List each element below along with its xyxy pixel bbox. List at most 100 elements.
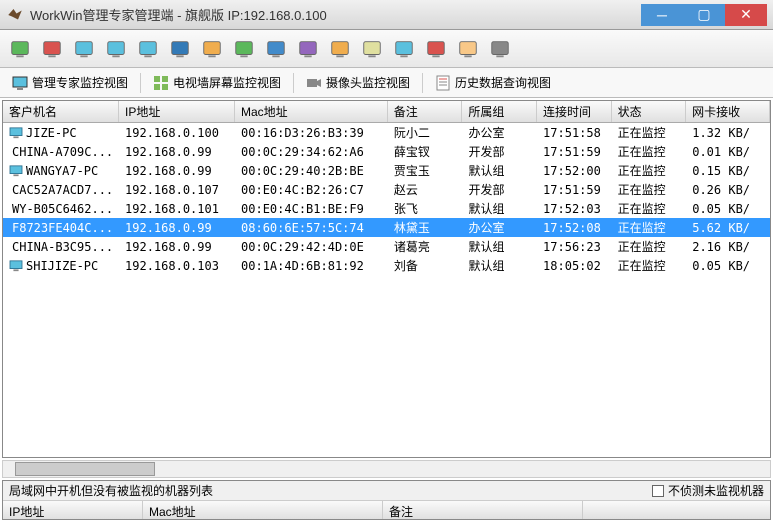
file-icon[interactable]	[486, 35, 514, 63]
find-icon[interactable]	[294, 35, 322, 63]
cell-ip: 192.168.0.103	[119, 259, 235, 273]
scrollbar-thumb[interactable]	[15, 462, 155, 476]
cell-mac: 00:1A:4D:6B:81:92	[235, 259, 388, 273]
cell-ip: 192.168.0.100	[119, 126, 235, 140]
col-group[interactable]: 所属组	[462, 101, 537, 122]
cell-mac: 00:16:D3:26:B3:39	[235, 126, 388, 140]
table-row[interactable]: SHIJIZE-PC192.168.0.10300:1A:4D:6B:81:92…	[3, 256, 770, 275]
col-net[interactable]: 网卡接收	[686, 101, 770, 122]
table-row[interactable]: WY-B05C6462...192.168.0.10100:E0:4C:B1:B…	[3, 199, 770, 218]
separator	[293, 73, 294, 93]
globe-icon[interactable]	[262, 35, 290, 63]
table-row[interactable]: WANGYA7-PC192.168.0.9900:0C:29:40:2B:BE贾…	[3, 161, 770, 180]
cell-note: 赵云	[388, 181, 463, 198]
cell-status: 正在监控	[612, 162, 687, 179]
bcol-note[interactable]: 备注	[383, 501, 583, 519]
monitor2-icon[interactable]	[102, 35, 130, 63]
cell-status: 正在监控	[612, 181, 687, 198]
cell-note: 诸葛亮	[388, 238, 463, 255]
maximize-button[interactable]: ▢	[683, 4, 725, 26]
camera-icon	[306, 75, 322, 91]
view-tvwall[interactable]: 电视墙屏幕监控视图	[147, 72, 287, 93]
col-ip[interactable]: IP地址	[119, 101, 235, 122]
chat-icon[interactable]	[358, 35, 386, 63]
play-icon[interactable]	[230, 35, 258, 63]
cell-name: WANGYA7-PC	[3, 164, 119, 178]
close-button[interactable]: ✕	[725, 4, 767, 26]
bcol-mac[interactable]: Mac地址	[143, 501, 383, 519]
table-row[interactable]: JIZE-PC192.168.0.10000:16:D3:26:B3:39阮小二…	[3, 123, 770, 142]
cell-net: 1.32 KB/	[686, 126, 770, 140]
remove-icon[interactable]	[38, 35, 66, 63]
user-icon[interactable]	[454, 35, 482, 63]
cell-name: WY-B05C6462...	[3, 202, 119, 216]
app-icon	[6, 6, 24, 24]
col-time[interactable]: 连接时间	[537, 101, 612, 122]
cell-net: 0.15 KB/	[686, 164, 770, 178]
view-monitor[interactable]: 管理专家监控视图	[6, 72, 134, 93]
table-row[interactable]: F8723FE404C...192.168.0.9908:60:6E:57:5C…	[3, 218, 770, 237]
toolbar	[0, 30, 773, 68]
cell-group: 开发部	[462, 181, 537, 198]
bcol-ip[interactable]: IP地址	[3, 501, 143, 519]
cell-status: 正在监控	[612, 257, 687, 274]
cell-group: 默认组	[462, 238, 537, 255]
page-icon[interactable]	[166, 35, 194, 63]
table-row[interactable]: CHINA-A709C...192.168.0.9900:0C:29:34:62…	[3, 142, 770, 161]
call-icon[interactable]	[390, 35, 418, 63]
cell-ip: 192.168.0.107	[119, 183, 235, 197]
cell-net: 5.62 KB/	[686, 221, 770, 235]
cell-mac: 00:E0:4C:B2:26:C7	[235, 183, 388, 197]
cell-group: 默认组	[462, 162, 537, 179]
table-row[interactable]: CAC52A7ACD7...192.168.0.10700:E0:4C:B2:2…	[3, 180, 770, 199]
window-title: WorkWin管理专家管理端 - 旗舰版 IP:192.168.0.100	[30, 5, 641, 24]
cell-time: 18:05:02	[537, 259, 612, 273]
horizontal-scrollbar[interactable]	[2, 460, 771, 478]
cell-name: CHINA-A709C...	[3, 145, 119, 159]
view-history[interactable]: 历史数据查询视图	[429, 72, 557, 93]
cell-note: 薛宝钗	[388, 143, 463, 160]
cell-net: 0.05 KB/	[686, 202, 770, 216]
tvwall-icon	[153, 75, 169, 91]
table-body: JIZE-PC192.168.0.10000:16:D3:26:B3:39阮小二…	[3, 123, 770, 457]
bottom-label: 局域网中开机但没有被监视的机器列表	[9, 482, 652, 499]
cell-time: 17:52:08	[537, 221, 612, 235]
cell-name: CAC52A7ACD7...	[3, 183, 119, 197]
col-note[interactable]: 备注	[388, 101, 463, 122]
cell-mac: 00:0C:29:34:62:A6	[235, 145, 388, 159]
cell-note: 林黛玉	[388, 219, 463, 236]
cell-group: 办公室	[462, 124, 537, 141]
view-label: 历史数据查询视图	[455, 74, 551, 91]
cell-status: 正在监控	[612, 219, 687, 236]
col-status[interactable]: 状态	[612, 101, 687, 122]
view-label: 摄像头监控视图	[326, 74, 410, 91]
cell-status: 正在监控	[612, 238, 687, 255]
cell-time: 17:51:58	[537, 126, 612, 140]
pencil-icon[interactable]	[198, 35, 226, 63]
add-icon[interactable]	[6, 35, 34, 63]
cell-time: 17:52:00	[537, 164, 612, 178]
cell-net: 0.26 KB/	[686, 183, 770, 197]
cell-ip: 192.168.0.99	[119, 221, 235, 235]
cell-group: 办公室	[462, 219, 537, 236]
view-camera[interactable]: 摄像头监控视图	[300, 72, 416, 93]
minimize-button[interactable]: ─	[641, 4, 683, 26]
power-icon[interactable]	[422, 35, 450, 63]
table-row[interactable]: CHINA-B3C95...192.168.0.9900:0C:29:42:4D…	[3, 237, 770, 256]
cell-status: 正在监控	[612, 143, 687, 160]
cell-note: 刘备	[388, 257, 463, 274]
monitor3-icon[interactable]	[134, 35, 162, 63]
cell-name: SHIJIZE-PC	[3, 259, 119, 273]
clock-icon[interactable]	[326, 35, 354, 63]
cell-time: 17:52:03	[537, 202, 612, 216]
cell-status: 正在监控	[612, 124, 687, 141]
no-detect-checkbox[interactable]: 不侦测未监视机器	[652, 482, 764, 499]
bottom-columns: IP地址 Mac地址 备注	[3, 501, 770, 519]
monitor1-icon[interactable]	[70, 35, 98, 63]
separator	[140, 73, 141, 93]
cell-note: 阮小二	[388, 124, 463, 141]
col-name[interactable]: 客户机名	[3, 101, 119, 122]
col-mac[interactable]: Mac地址	[235, 101, 388, 122]
cell-time: 17:56:23	[537, 240, 612, 254]
view-label: 电视墙屏幕监控视图	[173, 74, 281, 91]
